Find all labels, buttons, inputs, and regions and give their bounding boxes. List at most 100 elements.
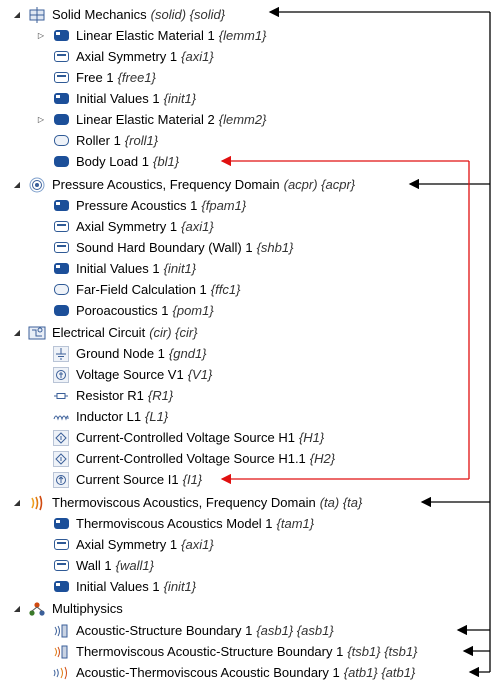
node-tag: {fpam1} xyxy=(201,198,247,213)
node-label: Pressure Acoustics, Frequency Domain xyxy=(52,177,280,192)
node-tag: (solid) {solid} xyxy=(150,7,226,22)
boundary-condition-icon xyxy=(52,218,70,236)
node-label: Sound Hard Boundary (Wall) 1 xyxy=(76,240,253,255)
model-tree: ◢ Solid Mechanics (solid) {solid} ▷ Line… xyxy=(0,0,496,680)
tree-node-solid-mechanics[interactable]: ◢ Solid Mechanics (solid) {solid} xyxy=(12,4,225,25)
node-label: Resistor R1 xyxy=(76,388,144,403)
tree-node-tsb1[interactable]: Thermoviscous Acoustic-Structure Boundar… xyxy=(52,641,417,662)
tree-node-init1-ta[interactable]: Initial Values 1 {init1} xyxy=(52,576,196,597)
multiphysics-icon xyxy=(28,600,46,618)
tree-node-atb1[interactable]: Acoustic-Thermoviscous Acoustic Boundary… xyxy=(52,662,415,683)
domain-node-icon xyxy=(52,578,70,596)
domain-node-icon xyxy=(52,197,70,215)
node-tag: {I1} xyxy=(182,472,203,487)
node-label: Body Load 1 xyxy=(76,154,150,169)
node-tag: {lemm2} xyxy=(218,112,267,127)
node-label: Free 1 xyxy=(76,70,114,85)
node-label: Ground Node 1 xyxy=(76,346,165,361)
resistor-icon xyxy=(52,387,70,405)
tree-node-i1[interactable]: Current Source I1 {I1} xyxy=(52,469,202,490)
node-label: Linear Elastic Material 1 xyxy=(76,28,215,43)
tree-node-roll1[interactable]: Roller 1 {roll1} xyxy=(52,130,158,151)
tree-node-bl1[interactable]: Body Load 1 {bl1} xyxy=(52,151,179,172)
boundary-condition-icon xyxy=(52,557,70,575)
collapse-arrow-icon[interactable]: ◢ xyxy=(12,4,22,25)
node-label: Axial Symmetry 1 xyxy=(76,537,178,552)
node-label: Inductor L1 xyxy=(76,409,142,424)
collapse-arrow-icon[interactable]: ◢ xyxy=(12,492,22,513)
thermoviscous-structure-boundary-icon xyxy=(52,643,70,661)
boundary-condition-icon xyxy=(52,48,70,66)
node-tag: {init1} xyxy=(163,261,197,276)
tree-node-axi1-acpr[interactable]: Axial Symmetry 1 {axi1} xyxy=(52,216,214,237)
node-tag: {R1} xyxy=(147,388,174,403)
tree-node-electrical-circuit[interactable]: ◢ Electrical Circuit (cir) {cir} xyxy=(12,322,198,343)
node-label: Current Source I1 xyxy=(76,472,179,487)
tree-node-l1[interactable]: Inductor L1 {L1} xyxy=(52,406,168,427)
tree-node-lemm2[interactable]: ▷ Linear Elastic Material 2 {lemm2} xyxy=(36,109,267,130)
domain-node-icon xyxy=(52,153,70,171)
thermoviscous-acoustics-icon xyxy=(28,494,46,512)
tree-node-free1[interactable]: Free 1 {free1} xyxy=(52,67,156,88)
node-tag: {L1} xyxy=(145,409,169,424)
domain-node-icon xyxy=(52,302,70,320)
solid-mechanics-icon xyxy=(28,6,46,24)
node-tag: {tam1} xyxy=(276,516,315,531)
tree-node-shb1[interactable]: Sound Hard Boundary (Wall) 1 {shb1} xyxy=(52,237,293,258)
node-tag: {pom1} xyxy=(172,303,214,318)
node-tag: {V1} xyxy=(187,367,213,382)
boundary-condition-icon xyxy=(52,69,70,87)
boundary-condition-icon xyxy=(52,239,70,257)
node-tag: {axi1} xyxy=(181,219,214,234)
tree-node-ffc1[interactable]: Far-Field Calculation 1 {ffc1} xyxy=(52,279,240,300)
tree-node-init1-acpr[interactable]: Initial Values 1 {init1} xyxy=(52,258,196,279)
tree-node-lemm1[interactable]: ▷ Linear Elastic Material 1 {lemm1} xyxy=(36,25,267,46)
tree-node-pressure-acoustics[interactable]: ◢ Pressure Acoustics, Frequency Domain (… xyxy=(12,174,355,195)
tree-node-h1[interactable]: Current-Controlled Voltage Source H1 {H1… xyxy=(52,427,324,448)
node-tag: {tsb1} {tsb1} xyxy=(347,644,418,659)
tree-node-fpam1[interactable]: Pressure Acoustics 1 {fpam1} xyxy=(52,195,246,216)
tree-node-wall1[interactable]: Wall 1 {wall1} xyxy=(52,555,154,576)
node-label: Far-Field Calculation 1 xyxy=(76,282,207,297)
node-tag: {init1} xyxy=(163,91,197,106)
tree-node-r1[interactable]: Resistor R1 {R1} xyxy=(52,385,173,406)
collapse-arrow-icon[interactable]: ◢ xyxy=(12,598,22,619)
tree-node-axi1[interactable]: Axial Symmetry 1 {axi1} xyxy=(52,46,214,67)
node-label: Initial Values 1 xyxy=(76,261,160,276)
tree-node-asb1[interactable]: Acoustic-Structure Boundary 1 {asb1} {as… xyxy=(52,620,334,641)
tree-node-v1[interactable]: Voltage Source V1 {V1} xyxy=(52,364,212,385)
expand-arrow-icon[interactable]: ▷ xyxy=(36,109,46,130)
collapse-arrow-icon[interactable]: ◢ xyxy=(12,322,22,343)
node-label: Axial Symmetry 1 xyxy=(76,219,178,234)
controlled-source-icon xyxy=(52,429,70,447)
node-label: Axial Symmetry 1 xyxy=(76,49,178,64)
tree-node-pom1[interactable]: Poroacoustics 1 {pom1} xyxy=(52,300,214,321)
collapse-arrow-icon[interactable]: ◢ xyxy=(12,174,22,195)
node-tag: (cir) {cir} xyxy=(149,325,198,340)
current-source-icon xyxy=(52,471,70,489)
tree-node-h2[interactable]: Current-Controlled Voltage Source H1.1 {… xyxy=(52,448,335,469)
tree-node-init1[interactable]: Initial Values 1 {init1} xyxy=(52,88,196,109)
node-tag: (ta) {ta} xyxy=(319,495,363,510)
tree-node-multiphysics[interactable]: ◢ Multiphysics xyxy=(12,598,123,619)
node-tag: {free1} xyxy=(117,70,156,85)
node-tag: {asb1} {asb1} xyxy=(256,623,334,638)
node-label: Electrical Circuit xyxy=(52,325,146,340)
tree-node-tam1[interactable]: Thermoviscous Acoustics Model 1 {tam1} xyxy=(52,513,314,534)
roller-icon xyxy=(52,132,70,150)
material-node-icon xyxy=(52,27,70,45)
node-label: Wall 1 xyxy=(76,558,112,573)
tree-node-gnd1[interactable]: Ground Node 1 {gnd1} xyxy=(52,343,207,364)
node-tag: {init1} xyxy=(163,579,197,594)
domain-node-icon xyxy=(52,260,70,278)
node-label: Current-Controlled Voltage Source H1 xyxy=(76,430,295,445)
expand-arrow-icon[interactable]: ▷ xyxy=(36,25,46,46)
node-label: Thermoviscous Acoustics, Frequency Domai… xyxy=(52,495,316,510)
node-label: Thermoviscous Acoustics Model 1 xyxy=(76,516,273,531)
node-tag: {roll1} xyxy=(124,133,159,148)
node-label: Linear Elastic Material 2 xyxy=(76,112,215,127)
ground-node-icon xyxy=(52,345,70,363)
tree-node-thermoviscous-acoustics[interactable]: ◢ Thermoviscous Acoustics, Frequency Dom… xyxy=(12,492,362,513)
node-tag: {axi1} xyxy=(181,537,214,552)
tree-node-axi1-ta[interactable]: Axial Symmetry 1 {axi1} xyxy=(52,534,214,555)
